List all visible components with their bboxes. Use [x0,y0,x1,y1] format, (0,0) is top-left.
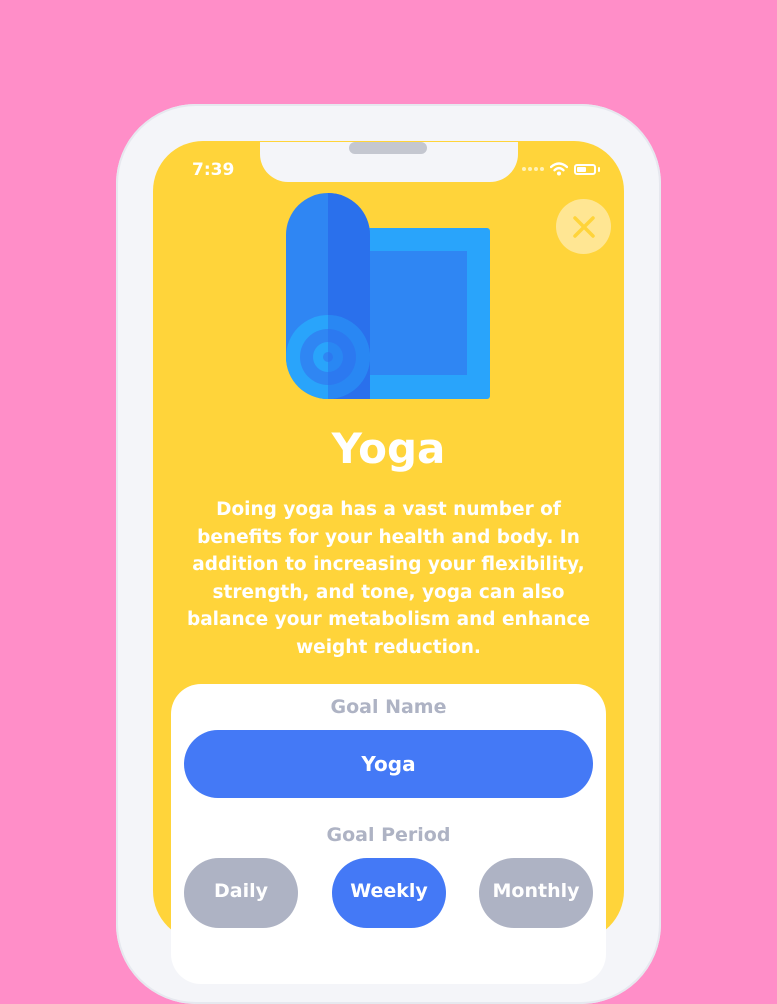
battery-tip [598,166,600,172]
battery-icon [574,163,596,175]
status-icons [522,162,600,176]
period-weekly-button[interactable]: Weekly [332,858,446,928]
signal-icon [522,167,544,171]
phone-speaker [349,142,427,154]
goal-title: Yoga [331,424,446,473]
goal-name-label: Goal Name [330,696,447,718]
goal-form-card: Goal Name Yoga Goal Period Daily Weekly … [171,684,606,984]
yoga-mat-icon [286,193,490,399]
period-monthly-button[interactable]: Monthly [479,858,593,928]
wifi-icon [550,162,568,176]
goal-description: Doing yoga has a vast number of benefits… [186,499,591,658]
close-icon [572,215,595,238]
goal-name-input[interactable]: Yoga [184,730,593,798]
close-button[interactable] [556,199,611,254]
period-daily-button[interactable]: Daily [184,858,298,928]
status-time: 7:39 [192,160,235,180]
goal-period-label: Goal Period [326,824,451,846]
